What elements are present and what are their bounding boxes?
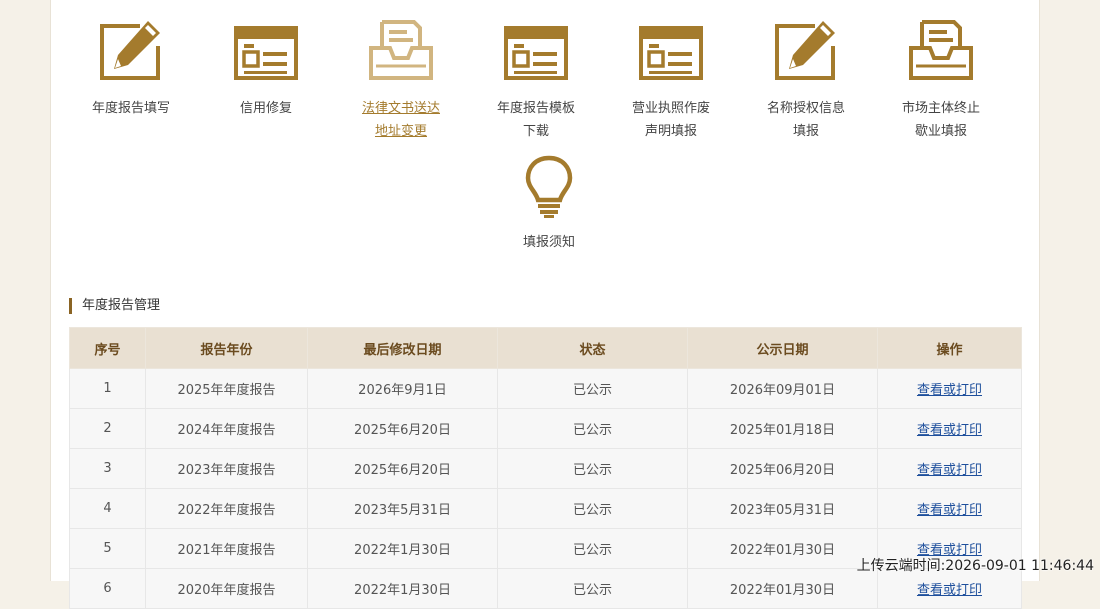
report-year: 2022年年度报告 <box>145 488 308 529</box>
service-label: 营业执照作废 声明填报 <box>631 101 710 139</box>
publish-date: 2026年09月01日 <box>687 368 878 409</box>
publish-date: 2022年01月30日 <box>687 528 878 569</box>
row-number: 4 <box>69 488 146 529</box>
table-row: 3 2023年年度报告 2025年6月20日 已公示 2025年06月20日 查… <box>69 448 1022 489</box>
column-header: 序号 <box>69 327 146 369</box>
table-row: 1 2025年年度报告 2026年9月1日 已公示 2026年09月01日 查看… <box>69 368 1022 409</box>
status: 已公示 <box>497 448 688 489</box>
table-header-row: 序号 报告年份 最后修改日期 状态 公示日期 操作 <box>69 327 1022 369</box>
view-print-link[interactable]: 查看或打印 <box>917 383 982 398</box>
service-label: 填报须知 <box>522 235 575 250</box>
report-year: 2025年年度报告 <box>145 368 308 409</box>
service-name-authorization[interactable]: 名称授权信息 填报 <box>741 18 871 143</box>
column-header: 状态 <box>497 327 688 369</box>
column-header: 公示日期 <box>687 327 878 369</box>
window-form-icon <box>639 26 703 80</box>
service-annual-report-fill[interactable]: 年度报告填写 <box>66 18 196 120</box>
table-row: 4 2022年年度报告 2023年5月31日 已公示 2023年05月31日 查… <box>69 488 1022 529</box>
inbox-tray-icon <box>369 20 433 80</box>
action-cell: 查看或打印 <box>877 368 1022 409</box>
window-form-icon <box>234 26 298 80</box>
service-label: 信用修复 <box>239 101 292 116</box>
section-title: 年度报告管理 <box>69 298 160 314</box>
service-label: 年度报告模板 下载 <box>496 101 575 139</box>
service-filing-notice[interactable]: 填报须知 <box>484 153 614 254</box>
view-print-link[interactable]: 查看或打印 <box>917 423 982 438</box>
report-year: 2024年年度报告 <box>145 408 308 449</box>
content-panel: 年度报告填写 信用修复 法律文书送达 地址变更 年度报告模板 下载 营业执照作废… <box>50 0 1040 609</box>
service-annual-report-template-download[interactable]: 年度报告模板 下载 <box>471 18 601 143</box>
service-credit-repair[interactable]: 信用修复 <box>201 18 331 120</box>
last-modified-date: 2025年6月20日 <box>307 408 498 449</box>
view-print-link[interactable]: 查看或打印 <box>917 583 982 598</box>
status: 已公示 <box>497 528 688 569</box>
row-number: 6 <box>69 568 146 609</box>
column-header: 最后修改日期 <box>307 327 498 369</box>
inbox-tray-icon <box>909 20 973 80</box>
service-label: 法律文书送达 地址变更 <box>361 101 440 139</box>
action-cell: 查看或打印 <box>877 408 1022 449</box>
publish-date: 2022年01月30日 <box>687 568 878 609</box>
last-modified-date: 2025年6月20日 <box>307 448 498 489</box>
pencil-box-icon <box>775 21 835 80</box>
column-header: 操作 <box>877 327 1022 369</box>
status: 已公示 <box>497 568 688 609</box>
report-year: 2021年年度报告 <box>145 528 308 569</box>
publish-date: 2023年05月31日 <box>687 488 878 529</box>
action-cell: 查看或打印 <box>877 488 1022 529</box>
service-label: 年度报告填写 <box>91 101 170 116</box>
last-modified-date: 2022年1月30日 <box>307 528 498 569</box>
view-print-link[interactable]: 查看或打印 <box>917 503 982 518</box>
status: 已公示 <box>497 368 688 409</box>
lightbulb-icon <box>525 155 573 218</box>
pencil-box-icon <box>100 21 160 80</box>
row-number: 2 <box>69 408 146 449</box>
publish-date: 2025年01月18日 <box>687 408 878 449</box>
row-number: 5 <box>69 528 146 569</box>
status: 已公示 <box>497 488 688 529</box>
status: 已公示 <box>497 408 688 449</box>
service-legal-document-address-change[interactable]: 法律文书送达 地址变更 <box>336 18 466 143</box>
column-header: 报告年份 <box>145 327 308 369</box>
view-print-link[interactable]: 查看或打印 <box>917 463 982 478</box>
table-row: 2 2024年年度报告 2025年6月20日 已公示 2025年01月18日 查… <box>69 408 1022 449</box>
upload-timestamp: 上传云端时间:2026-09-01 11:46:44 <box>856 558 1094 574</box>
report-year: 2020年年度报告 <box>145 568 308 609</box>
service-license-void-declaration[interactable]: 营业执照作废 声明填报 <box>606 18 736 143</box>
service-label: 市场主体终止 歇业填报 <box>901 101 980 139</box>
last-modified-date: 2023年5月31日 <box>307 488 498 529</box>
action-cell: 查看或打印 <box>877 448 1022 489</box>
window-form-icon <box>504 26 568 80</box>
report-year: 2023年年度报告 <box>145 448 308 489</box>
service-label: 名称授权信息 填报 <box>766 101 845 139</box>
last-modified-date: 2026年9月1日 <box>307 368 498 409</box>
publish-date: 2025年06月20日 <box>687 448 878 489</box>
row-number: 1 <box>69 368 146 409</box>
service-market-entity-termination[interactable]: 市场主体终止 歇业填报 <box>876 18 1006 143</box>
row-number: 3 <box>69 448 146 489</box>
last-modified-date: 2022年1月30日 <box>307 568 498 609</box>
